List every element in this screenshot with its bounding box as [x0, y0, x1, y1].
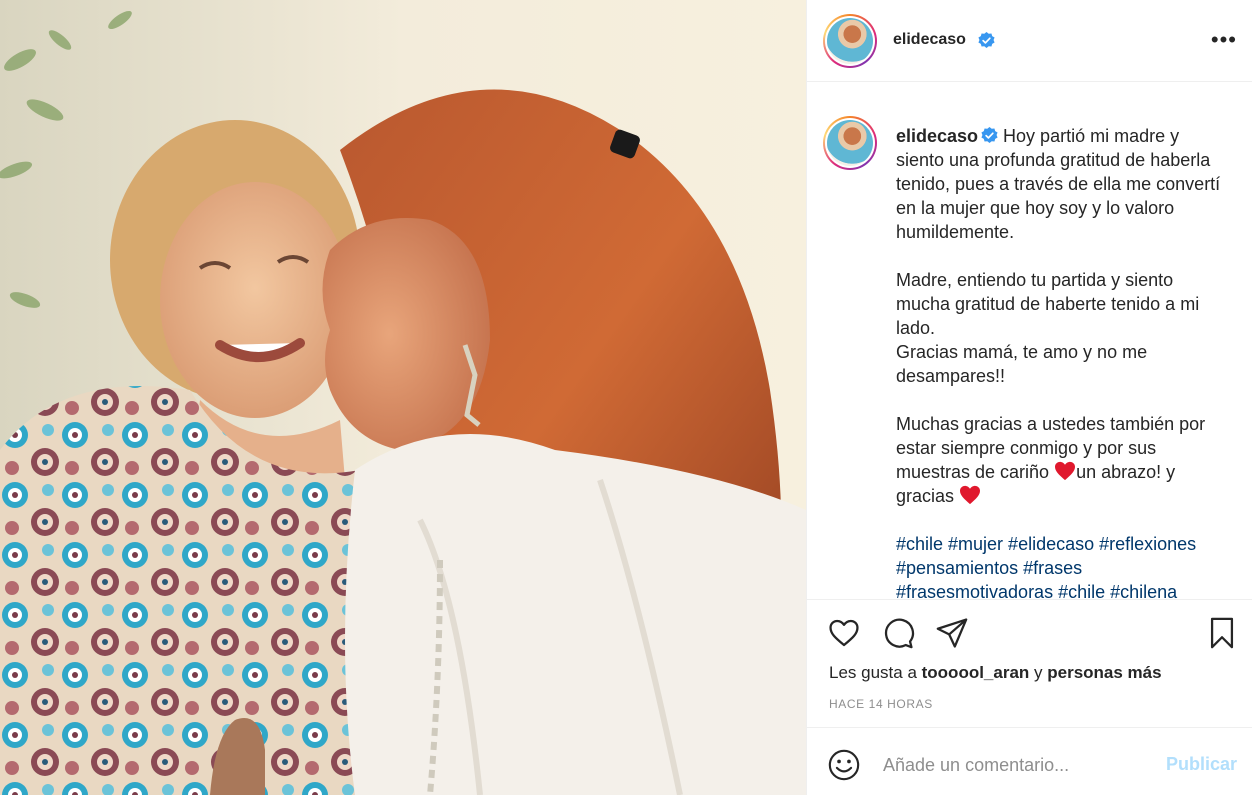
likes-prefix: Les gusta a: [829, 663, 922, 682]
comment-input[interactable]: [883, 750, 1153, 780]
likes-others-link[interactable]: personas más: [1047, 663, 1161, 682]
likes-summary: Les gusta a toooool_aran y personas más: [829, 663, 1162, 683]
caption-hashtags[interactable]: #chile #mujer #elidecaso #reflexiones #p…: [896, 532, 1224, 599]
avatar[interactable]: [823, 14, 877, 68]
caption-section: elidecaso Hoy partió mi madre y siento u…: [807, 82, 1252, 599]
bookmark-icon[interactable]: [1205, 616, 1239, 650]
post-sidebar: elidecaso ••• elidecaso Hoy partió mi ma…: [806, 0, 1252, 795]
paper-plane-icon[interactable]: [935, 616, 969, 650]
smiley-face-icon[interactable]: [827, 748, 861, 782]
liked-by-user[interactable]: toooool_aran: [922, 663, 1030, 682]
post-header: elidecaso •••: [807, 0, 1252, 82]
caption-avatar[interactable]: [823, 116, 877, 170]
post-timestamp[interactable]: HACE 14 HORAS: [829, 697, 933, 711]
heart-outline-icon[interactable]: [827, 616, 861, 650]
red-heart-icon: [960, 485, 981, 505]
caption-paragraph-2: Madre, entiendo tu partida y siento much…: [896, 270, 1200, 338]
caption-username[interactable]: elidecaso: [896, 126, 978, 146]
publish-button[interactable]: Publicar: [1166, 754, 1237, 775]
verified-badge-icon: [981, 127, 998, 143]
verified-badge-icon: [978, 32, 995, 48]
comment-bar: Publicar: [807, 727, 1252, 795]
caption-text: elidecaso Hoy partió mi madre y siento u…: [896, 124, 1224, 599]
red-heart-icon: [1055, 461, 1076, 481]
post-image: [0, 0, 806, 795]
more-horizontal-icon[interactable]: •••: [1211, 29, 1237, 51]
header-username[interactable]: elidecaso: [893, 31, 966, 49]
comment-bubble-icon[interactable]: [881, 616, 915, 650]
likes-middle: y: [1029, 663, 1048, 682]
caption-paragraph-3: Gracias mamá, te amo y no me desampares!…: [896, 342, 1148, 386]
post-photo[interactable]: [0, 0, 806, 795]
